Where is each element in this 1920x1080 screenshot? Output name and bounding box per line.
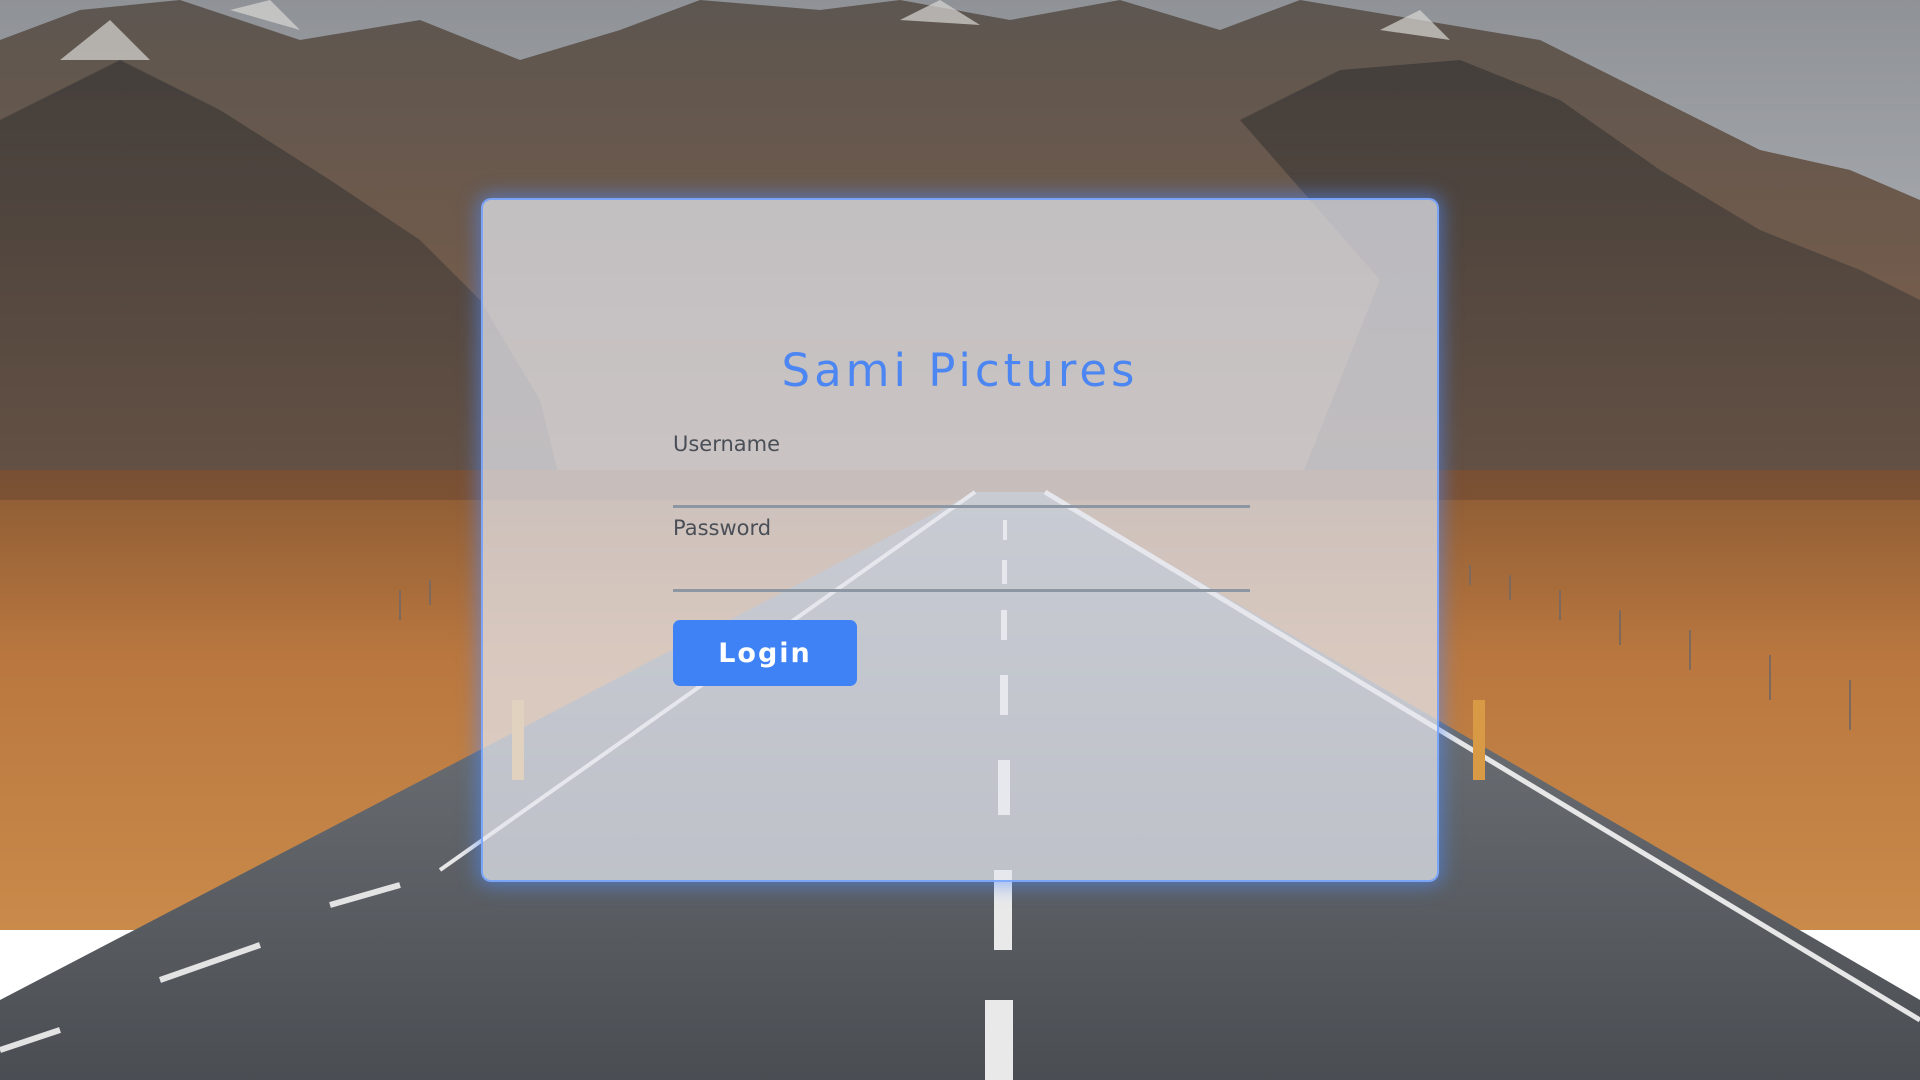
password-label: Password (673, 516, 772, 540)
login-card: Sami Pictures Username Password Login (481, 198, 1439, 882)
login-button[interactable]: Login (673, 620, 857, 686)
page-title: Sami Pictures (781, 344, 1139, 397)
username-input[interactable] (673, 468, 1250, 508)
username-label: Username (673, 432, 781, 456)
password-input[interactable] (673, 552, 1250, 592)
